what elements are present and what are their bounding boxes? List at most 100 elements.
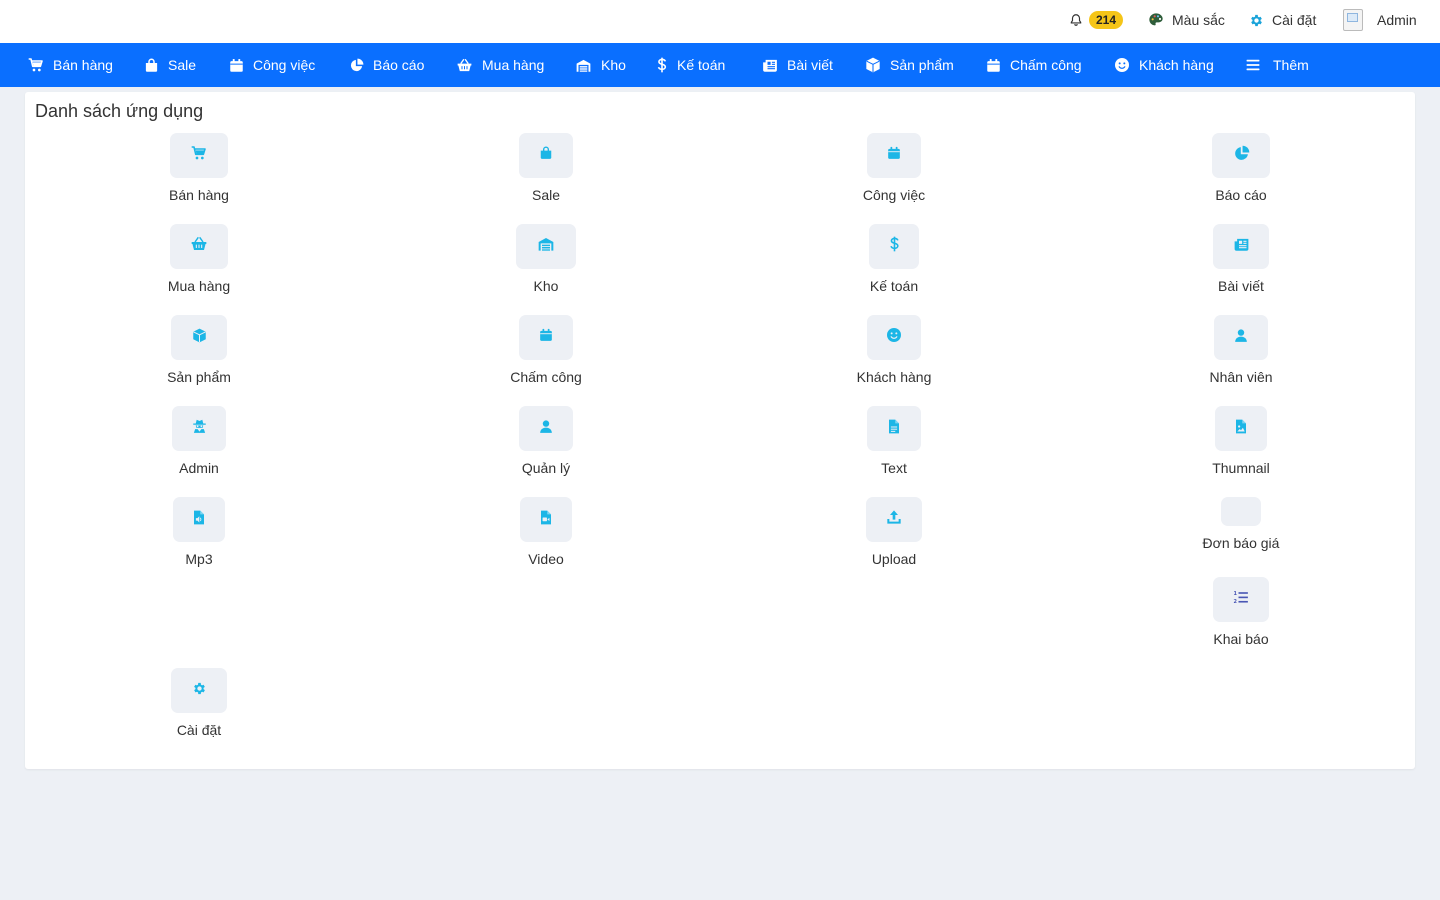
nav-item-cong-viec[interactable]: Công việc <box>229 43 315 87</box>
app-button[interactable] <box>170 133 228 178</box>
bell-icon <box>1069 13 1083 27</box>
smile-icon <box>1114 57 1130 73</box>
app-button[interactable] <box>170 224 228 269</box>
app-button[interactable] <box>1221 497 1261 526</box>
app-nhan-vien[interactable]: Nhân viên <box>1141 315 1341 385</box>
settings-button[interactable]: Cài đặt <box>1249 0 1316 40</box>
app-thumnail[interactable]: Thumnail <box>1141 406 1341 476</box>
app-label: Video <box>528 551 564 567</box>
nav-item-ke-toan[interactable]: Kế toán <box>656 43 725 87</box>
app-label: Công việc <box>862 187 926 203</box>
nav-label: Công việc <box>253 57 316 73</box>
app-label: Báo cáo <box>1215 187 1267 203</box>
nav-item-bai-viet[interactable]: Bài viết <box>762 43 833 87</box>
app-button[interactable] <box>869 224 919 269</box>
smile-icon <box>886 327 902 348</box>
pie-chart-icon <box>349 58 364 73</box>
user-icon <box>539 419 553 439</box>
cart-icon <box>28 57 44 73</box>
calendar-icon <box>229 58 244 73</box>
app-button[interactable] <box>173 497 225 542</box>
nav-label: Khách hàng <box>1139 57 1214 73</box>
app-button[interactable] <box>866 497 922 542</box>
notification-count-badge: 214 <box>1089 11 1124 29</box>
app-label: Đơn báo giá <box>1202 535 1280 551</box>
app-cong-viec[interactable]: Công việc <box>794 133 994 203</box>
app-button[interactable] <box>519 133 573 178</box>
newspaper-icon <box>762 58 778 73</box>
app-admin[interactable]: Admin <box>99 406 299 476</box>
app-button[interactable]: 12 <box>1213 577 1269 622</box>
app-khach-hang[interactable]: Khách hàng <box>794 315 994 385</box>
nav-item-cham-cong[interactable]: Chấm công <box>986 43 1082 87</box>
nav-label: Sản phẩm <box>890 57 954 73</box>
app-bao-cao[interactable]: Báo cáo <box>1141 133 1341 203</box>
nav-label: Bán hàng <box>53 57 113 73</box>
app-san-pham[interactable]: Sản phẩm <box>99 315 299 385</box>
nav-item-ban-hang[interactable]: Bán hàng <box>28 43 113 87</box>
file-text-icon <box>888 419 900 439</box>
app-button[interactable] <box>1215 406 1267 451</box>
dollar-icon <box>656 57 668 73</box>
app-mua-hang[interactable]: Mua hàng <box>99 224 299 294</box>
app-label: Quản lý <box>521 460 571 476</box>
nav-item-sale[interactable]: Sale <box>144 43 196 87</box>
page-title: Danh sách ứng dụng <box>35 101 204 121</box>
upload-icon <box>886 509 902 530</box>
nav-item-them[interactable]: Thêm <box>1246 43 1309 87</box>
app-button[interactable] <box>516 224 576 269</box>
app-button[interactable] <box>520 497 572 542</box>
nav-label: Báo cáo <box>373 57 425 73</box>
nav-item-mua-hang[interactable]: Mua hàng <box>456 43 544 87</box>
calendar-icon <box>539 328 553 347</box>
app-button[interactable] <box>867 315 921 360</box>
app-mp3[interactable]: Mp3 <box>99 497 299 567</box>
user-menu[interactable]: Admin <box>1343 0 1417 40</box>
palette-icon <box>1148 12 1164 28</box>
app-button[interactable] <box>519 406 573 451</box>
svg-text:2: 2 <box>1234 599 1238 605</box>
svg-text:1: 1 <box>1234 591 1238 597</box>
list-ol-icon: 12 <box>1233 590 1249 610</box>
app-label: Nhân viên <box>1209 369 1273 385</box>
app-button[interactable] <box>867 133 921 178</box>
app-button[interactable] <box>1214 315 1268 360</box>
notifications-button[interactable]: 214 <box>1069 0 1124 40</box>
app-text[interactable]: Text <box>794 406 994 476</box>
app-ke-toan[interactable]: Kế toán <box>794 224 994 294</box>
nav-item-bao-cao[interactable]: Báo cáo <box>349 43 424 87</box>
app-label: Bán hàng <box>169 187 229 203</box>
app-cham-cong[interactable]: Chấm công <box>446 315 646 385</box>
app-ban-hang[interactable]: Bán hàng <box>99 133 299 203</box>
app-cai-dat[interactable]: Cài đặt <box>99 668 299 738</box>
app-button[interactable] <box>1212 133 1270 178</box>
colors-button[interactable]: Màu sắc <box>1148 0 1225 40</box>
nav-label: Mua hàng <box>482 57 545 73</box>
pie-chart-icon <box>1233 145 1250 167</box>
warehouse-icon <box>536 236 556 257</box>
app-don-bao-gia[interactable]: Đơn báo giá <box>1141 497 1341 551</box>
app-label: Kế toán <box>869 278 919 294</box>
basket-icon <box>456 58 473 73</box>
app-button[interactable] <box>1213 224 1269 269</box>
app-sale[interactable]: Sale <box>446 133 646 203</box>
calendar-icon <box>986 58 1001 73</box>
app-button[interactable] <box>171 315 227 360</box>
app-kho[interactable]: Kho <box>446 224 646 294</box>
app-khai-bao[interactable]: 12 Khai báo <box>1141 577 1341 647</box>
app-quan-ly[interactable]: Quản lý <box>446 406 646 476</box>
nav-item-kho[interactable]: Kho <box>575 43 626 87</box>
shopping-bag-icon <box>144 58 159 73</box>
app-upload[interactable]: Upload <box>794 497 994 567</box>
gear-icon <box>1249 13 1264 28</box>
nav-item-san-pham[interactable]: Sản phẩm <box>865 43 954 87</box>
app-button[interactable] <box>171 668 227 713</box>
app-button[interactable] <box>172 406 226 451</box>
app-button[interactable] <box>519 315 573 360</box>
app-button[interactable] <box>867 406 921 451</box>
app-label: Mua hàng <box>167 278 231 294</box>
app-bai-viet[interactable]: Bài viết <box>1141 224 1341 294</box>
nav-item-khach-hang[interactable]: Khách hàng <box>1114 43 1214 87</box>
user-secret-icon <box>192 418 207 439</box>
app-video[interactable]: Video <box>446 497 646 567</box>
